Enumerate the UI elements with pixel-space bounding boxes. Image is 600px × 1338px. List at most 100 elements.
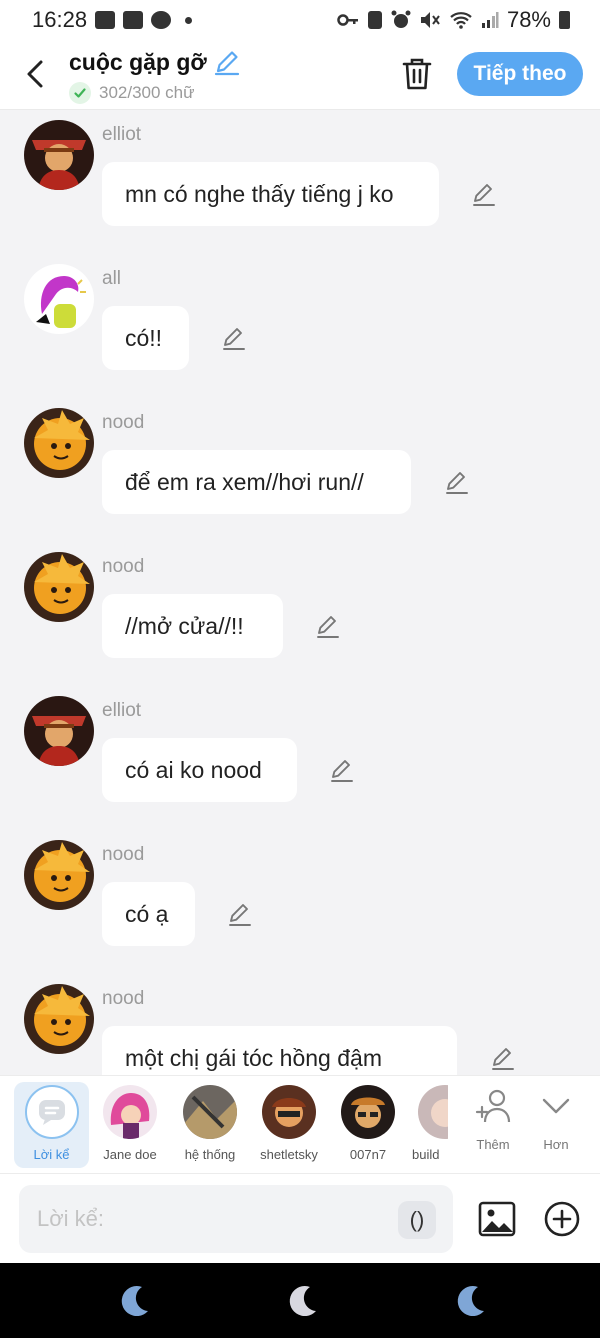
plus-circle-icon — [544, 1201, 580, 1237]
character-label: Lời kể — [33, 1147, 70, 1162]
message-username: elliot — [102, 700, 142, 721]
message-username: nood — [102, 844, 145, 865]
status-time: 16:28 — [32, 7, 88, 32]
character-avatar — [418, 1085, 448, 1139]
message-bubble[interactable]: có ạ — [102, 882, 195, 946]
next-button[interactable]: Tiếp theo — [457, 52, 583, 96]
more-notifications-icon — [185, 16, 193, 24]
message-bubble[interactable]: có!! — [102, 306, 189, 370]
image-icon — [478, 1201, 516, 1237]
add-button[interactable] — [543, 1200, 581, 1238]
avatar-nood[interactable] — [24, 408, 94, 478]
message-text: có ạ — [125, 900, 169, 927]
more-button[interactable]: Hơn — [526, 1086, 586, 1152]
delete-button[interactable] — [400, 56, 434, 92]
character-he-thong[interactable]: hệ thống — [172, 1082, 248, 1168]
message-text: để em ra xem//hơi run// — [125, 468, 364, 495]
edit-message-icon[interactable] — [315, 613, 341, 639]
nfc-icon — [367, 11, 382, 29]
avatar-nood[interactable] — [24, 840, 94, 910]
message-username: nood — [102, 412, 145, 433]
message-username: all — [102, 268, 122, 289]
more-label: Hơn — [543, 1137, 569, 1152]
message-text: có ai ko nood — [125, 756, 262, 783]
message-item: elliot có ai ko nood — [0, 686, 600, 826]
message-text: có!! — [125, 324, 163, 351]
insert-image-button[interactable] — [478, 1200, 516, 1238]
battery-percent: 78% — [506, 7, 551, 32]
message-bubble[interactable]: để em ra xem//hơi run// — [102, 450, 411, 514]
title-area: cuộc gặp gỡ 302/300 chữ — [69, 48, 241, 104]
character-avatar — [183, 1085, 237, 1139]
status-bar: 16:28 78% — [0, 0, 600, 40]
edit-message-icon[interactable] — [490, 1045, 516, 1071]
character-label: 007n7 — [349, 1147, 387, 1162]
character-jane-doe[interactable]: Jane doe — [92, 1082, 168, 1168]
message-item: nood để em ra xem//hơi run// — [0, 398, 600, 538]
character-avatar — [103, 1085, 157, 1139]
message-bubble[interactable]: //mở cửa//!! — [102, 594, 283, 658]
status-left: 16:28 — [32, 7, 193, 33]
avatar-elliot[interactable] — [24, 696, 94, 766]
trash-icon — [402, 58, 432, 90]
add-user-icon — [475, 1089, 511, 1123]
edit-message-icon[interactable] — [227, 901, 253, 927]
alarm-icon — [391, 10, 411, 28]
edit-message-icon[interactable] — [329, 757, 355, 783]
edit-message-icon[interactable] — [471, 181, 497, 207]
mute-icon — [420, 12, 440, 28]
chevron-down-icon — [542, 1098, 570, 1114]
gallery-notification-icon — [95, 11, 116, 29]
avatar-all[interactable] — [24, 264, 94, 334]
input-bar: () — [0, 1173, 600, 1263]
signal-icon — [481, 12, 499, 28]
character-narrator[interactable]: Lời kể — [14, 1082, 89, 1168]
wifi-icon — [450, 12, 472, 29]
edit-message-icon[interactable] — [221, 325, 247, 351]
message-item: nood một chị gái tóc hồng đậm — [0, 974, 600, 1075]
story-title-row[interactable]: cuộc gặp gỡ — [69, 48, 241, 76]
battery-icon — [559, 11, 570, 29]
chat-bubble-icon — [38, 1100, 65, 1125]
message-text: một chị gái tóc hồng đậm — [125, 1044, 382, 1071]
message-bubble[interactable]: một chị gái tóc hồng đậm — [102, 1026, 457, 1075]
character-label: hệ thống — [184, 1147, 236, 1162]
nav-moon-icon[interactable] — [114, 1281, 154, 1321]
action-parentheses-button[interactable]: () — [398, 1201, 436, 1239]
character-label: Jane doe — [103, 1147, 157, 1162]
character-shetletsky[interactable]: shetletsky — [251, 1082, 327, 1168]
youtube-notification-icon — [123, 11, 144, 29]
message-bubble[interactable]: có ai ko nood — [102, 738, 297, 802]
story-title: cuộc gặp gỡ — [69, 48, 207, 75]
edit-title-icon[interactable] — [213, 48, 241, 76]
character-label: shetletsky — [260, 1147, 318, 1162]
edit-message-icon[interactable] — [444, 469, 470, 495]
key-icon — [337, 14, 358, 26]
message-item: nood có ạ — [0, 830, 600, 970]
nav-moon-icon[interactable] — [282, 1281, 322, 1321]
nav-moon-icon[interactable] — [450, 1281, 490, 1321]
character-bar: Lời kể Jane doe hệ thống shetletsky 007n… — [0, 1075, 600, 1173]
check-icon — [69, 82, 91, 104]
message-username: nood — [102, 988, 145, 1009]
character-avatar — [262, 1085, 316, 1139]
chat-area[interactable]: elliot mn có nghe thấy tiếng j ko all có… — [0, 110, 600, 1075]
message-text: mn có nghe thấy tiếng j ko — [125, 180, 394, 207]
character-label: build — [412, 1147, 440, 1162]
avatar-nood[interactable] — [24, 552, 94, 622]
message-input[interactable] — [19, 1185, 453, 1253]
header: cuộc gặp gỡ 302/300 chữ Tiếp theo — [0, 40, 600, 110]
add-character-button[interactable]: Thêm — [463, 1086, 523, 1152]
character-007n7[interactable]: 007n7 — [330, 1082, 406, 1168]
message-item: nood //mở cửa//!! — [0, 542, 600, 682]
message-item: elliot mn có nghe thấy tiếng j ko — [0, 110, 600, 250]
back-button[interactable] — [18, 54, 52, 94]
avatar-elliot[interactable] — [24, 120, 94, 190]
status-right: 78% — [337, 7, 570, 33]
word-count-row: 302/300 chữ — [69, 82, 241, 104]
character-builder[interactable]: build — [408, 1082, 448, 1168]
avatar-nood[interactable] — [24, 984, 94, 1054]
message-text: //mở cửa//!! — [125, 612, 244, 639]
message-bubble[interactable]: mn có nghe thấy tiếng j ko — [102, 162, 439, 226]
add-character-label: Thêm — [476, 1137, 510, 1152]
